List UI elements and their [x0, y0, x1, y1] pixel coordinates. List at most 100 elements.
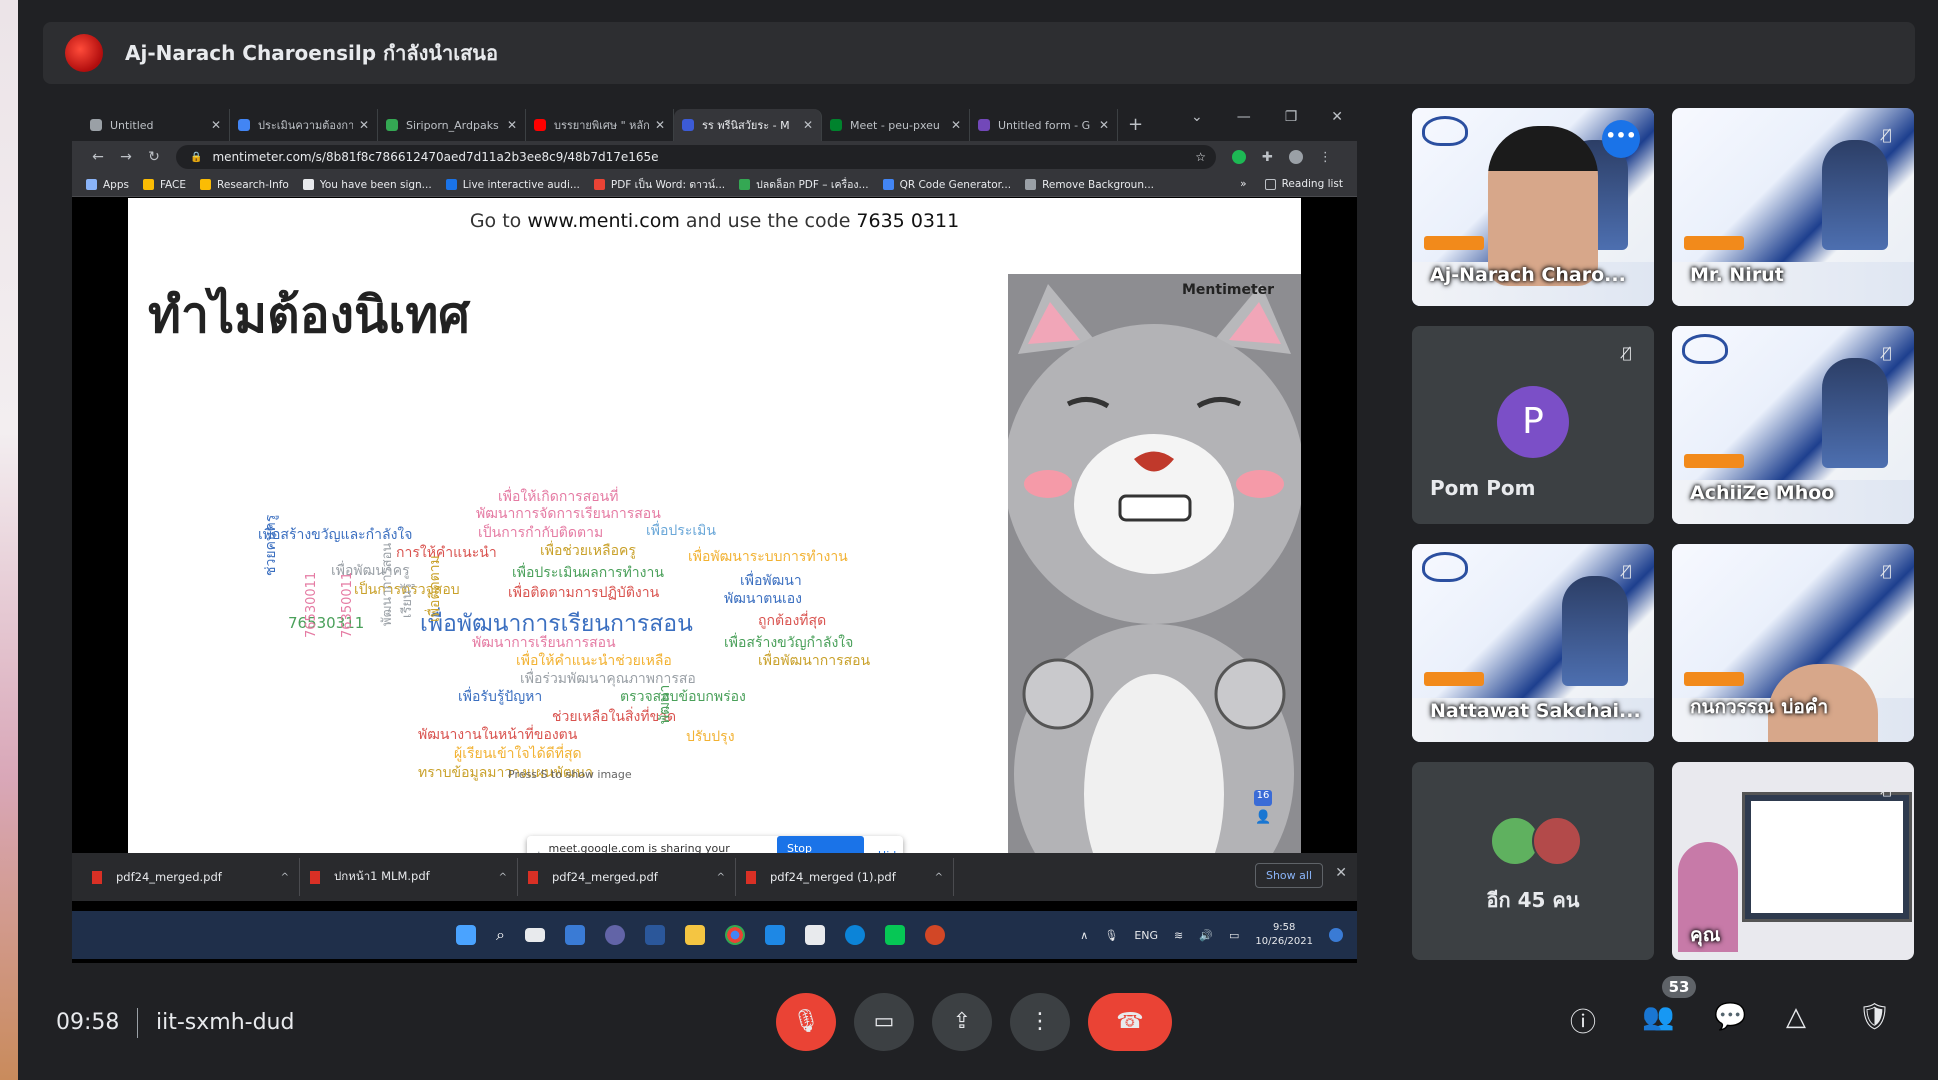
chevron-up-icon[interactable]: ^ — [935, 872, 943, 883]
new-tab-icon[interactable]: + — [1128, 114, 1143, 135]
tab-close-icon[interactable]: ✕ — [211, 118, 221, 132]
back-icon[interactable]: ← — [84, 149, 112, 165]
search-icon[interactable]: ⌕ — [496, 925, 505, 945]
profile-icon[interactable] — [1288, 150, 1303, 164]
tab-close-icon[interactable]: ✕ — [655, 118, 665, 132]
extension-icon[interactable] — [1232, 150, 1246, 164]
tab-close-icon[interactable]: ✕ — [359, 118, 369, 132]
browser-tab[interactable]: รร พรีนิสวัยระ - M ✕ — [674, 109, 822, 141]
restore-icon[interactable]: ❐ — [1285, 109, 1298, 125]
bookmark-item[interactable]: Research-Info — [200, 176, 289, 193]
edge-icon[interactable] — [844, 925, 865, 945]
others-tile[interactable]: อีก 45 คน — [1412, 762, 1654, 960]
participant-tile[interactable]: 🎙̸ Mr. Nirut — [1672, 108, 1914, 306]
download-item[interactable]: pdf24_merged (1).pdf ^ — [736, 858, 954, 896]
more-options-icon[interactable]: ••• — [1602, 120, 1640, 158]
more-options-button[interactable]: ⋮ — [1010, 993, 1070, 1051]
download-item[interactable]: ปกหน้า1 MLM.pdf ^ — [300, 858, 518, 896]
lock-icon: 🔒 — [190, 151, 203, 163]
volume-icon[interactable]: 🔊 — [1199, 929, 1213, 942]
present-button[interactable]: ⇪ — [932, 993, 992, 1051]
tab-close-icon[interactable]: ✕ — [803, 118, 813, 132]
close-downloads-icon[interactable]: ✕ — [1335, 865, 1347, 881]
widgets-icon[interactable] — [564, 925, 585, 945]
bookmark-item[interactable]: Live interactive audi... — [445, 176, 580, 193]
clock-date: 10/26/2021 — [1255, 936, 1313, 947]
participant-tile[interactable]: 🎙̸ กนกวรรณ บ่อคำ — [1672, 544, 1914, 742]
download-item[interactable]: pdf24_merged.pdf ^ — [82, 858, 300, 896]
tab-label: ประเมินความต้องการ — [258, 119, 353, 132]
people-icon[interactable]: 👥 — [1642, 1002, 1674, 1032]
participant-tile[interactable]: ••• Aj-Narach Charo... — [1412, 108, 1654, 306]
chat-icon[interactable]: 💬 — [1714, 1002, 1746, 1032]
notification-icon[interactable] — [1329, 928, 1343, 942]
taskbar-clock[interactable]: 9:58 10/26/2021 — [1255, 921, 1313, 949]
browser-tab[interactable]: Untitled ✕ — [82, 109, 230, 141]
file-explorer-icon[interactable] — [684, 925, 705, 945]
bookmark-star-icon[interactable]: ☆ — [1195, 150, 1206, 164]
minimize-icon[interactable]: — — [1237, 109, 1251, 125]
bookmark-item[interactable]: Remove Backgroun... — [1025, 176, 1154, 193]
bookmark-item[interactable]: ปลดล็อก PDF – เครื่อง... — [739, 176, 869, 193]
activities-icon[interactable]: △ — [1786, 1002, 1806, 1032]
download-item[interactable]: pdf24_merged.pdf ^ — [518, 858, 736, 896]
show-all-button[interactable]: Show all — [1254, 863, 1323, 888]
host-controls-icon[interactable]: 🛡 — [1858, 1002, 1891, 1032]
chevron-up-icon[interactable]: ^ — [717, 872, 725, 883]
bookmark-item[interactable]: QR Code Generator... — [882, 176, 1011, 193]
menu-dots-icon[interactable]: ⋮ — [1319, 150, 1332, 165]
puzzle-icon[interactable]: ✚ — [1262, 150, 1273, 165]
tab-close-icon[interactable]: ✕ — [1099, 118, 1109, 132]
participant-tile[interactable]: 🎙̸ Nattawat Sakchai... — [1412, 544, 1654, 742]
battery-icon[interactable]: ▭ — [1229, 929, 1239, 942]
meeting-code: iit-sxmh-dud — [156, 1010, 295, 1035]
mail-icon[interactable] — [764, 925, 785, 945]
bookmark-item[interactable]: You have been sign... — [302, 176, 432, 193]
bookmark-item[interactable]: Apps — [86, 176, 129, 193]
tab-close-icon[interactable]: ✕ — [507, 118, 517, 132]
participant-tile[interactable]: 🎙̸ P Pom Pom — [1412, 326, 1654, 524]
bookmark-item[interactable]: FACE — [142, 176, 186, 193]
browser-tab[interactable]: บรรยายพิเศษ " หลัก ✕ — [526, 109, 674, 141]
powerpoint-icon[interactable] — [924, 925, 945, 945]
self-tile[interactable]: 🎙̸ คุณ — [1672, 762, 1914, 960]
url-text: mentimeter.com/s/8b81f8c786612470aed7d11… — [212, 150, 659, 164]
chevron-up-icon[interactable]: ^ — [281, 872, 289, 883]
word-icon[interactable] — [644, 925, 665, 945]
mic-tray-icon[interactable]: 🎙 — [1104, 929, 1118, 942]
tab-search-icon[interactable]: ⌄ — [1191, 109, 1203, 125]
leave-call-button[interactable]: ☎ — [1088, 993, 1172, 1051]
participant-name: กนกวรรณ บ่อคำ — [1690, 696, 1829, 718]
browser-tab[interactable]: Untitled form - G ✕ — [970, 109, 1118, 141]
presenter-name: Aj-Narach Charoensilp กำลังนำเสนอ — [125, 41, 498, 65]
browser-tab[interactable]: Siriporn_Ardpaks ✕ — [378, 109, 526, 141]
task-view-icon[interactable] — [524, 928, 545, 942]
browser-tab[interactable]: Meet - peu-pxeu ✕ — [822, 109, 970, 141]
mic-toggle-button[interactable]: 🎙 — [776, 993, 836, 1051]
reading-list[interactable]: Reading list — [1264, 178, 1343, 190]
participant-tile[interactable]: 🎙̸ AchiiZe Mhoo — [1672, 326, 1914, 524]
camera-toggle-button[interactable]: ▭ — [854, 993, 914, 1051]
cloud-word: เพื่อติดตามการปฏิบัติงาน — [508, 585, 660, 601]
forward-icon[interactable]: → — [112, 149, 140, 165]
bookmarks-more[interactable]: » — [1240, 178, 1246, 190]
bookmark-icon — [445, 179, 457, 190]
tray-chevron-icon[interactable]: ∧ — [1080, 929, 1088, 942]
address-bar[interactable]: 🔒 mentimeter.com/s/8b81f8c786612470aed7d… — [176, 145, 1216, 169]
start-icon[interactable] — [456, 925, 476, 945]
info-icon[interactable]: ⓘ — [1570, 1002, 1596, 1039]
teams-icon[interactable] — [604, 925, 625, 945]
store-icon[interactable] — [804, 925, 825, 945]
tab-label: Untitled — [110, 118, 154, 132]
line-icon[interactable] — [884, 925, 905, 945]
chrome-icon[interactable] — [724, 925, 745, 945]
close-window-icon[interactable]: ✕ — [1331, 109, 1343, 125]
browser-tab[interactable]: ประเมินความต้องการ ✕ — [230, 109, 378, 141]
reload-icon[interactable]: ↻ — [140, 149, 168, 165]
chevron-up-icon[interactable]: ^ — [499, 872, 507, 883]
tab-close-icon[interactable]: ✕ — [951, 118, 961, 132]
bookmark-item[interactable]: PDF เป็น Word: ดาวน์... — [593, 176, 725, 193]
windows-taskbar: ⌕ ∧ 🎙 ENG ≋ 🔊 ▭ 9:58 10/26/2021 — [72, 911, 1357, 959]
wifi-icon[interactable]: ≋ — [1174, 929, 1183, 942]
language-indicator[interactable]: ENG — [1134, 929, 1158, 942]
